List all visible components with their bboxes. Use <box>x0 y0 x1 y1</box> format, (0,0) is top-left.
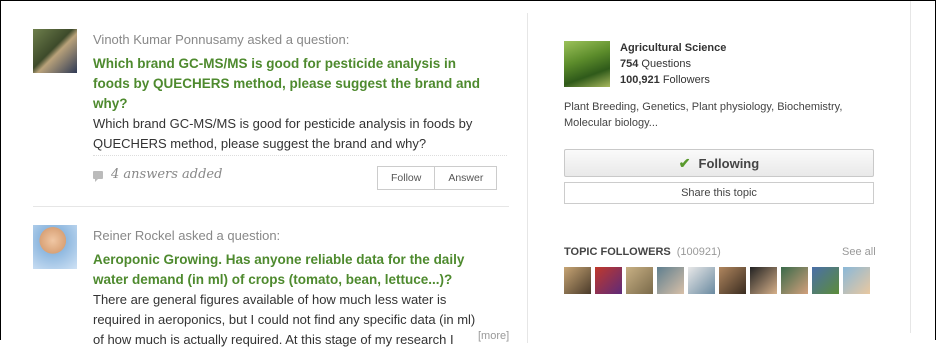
avatar[interactable] <box>33 225 77 269</box>
follower-avatar[interactable] <box>812 267 839 294</box>
answers-count-label: 4 answers added <box>111 167 223 182</box>
avatar[interactable] <box>33 29 77 73</box>
answer-button[interactable]: Answer <box>434 167 496 189</box>
dotted-divider <box>93 155 507 156</box>
topic-questions: 754 Questions <box>620 58 691 70</box>
follower-avatar[interactable] <box>564 267 591 294</box>
topic-sidebar: Agricultural Science 754 Questions 100,9… <box>564 1 910 333</box>
question-divider <box>33 206 509 207</box>
question-body: Which brand GC-MS/MS is good for pestici… <box>93 116 473 151</box>
topic-followers: 100,921 Followers <box>620 74 710 86</box>
topic-followers-count: 100,921 <box>620 74 660 86</box>
right-divider <box>910 1 911 333</box>
question-title[interactable]: Which brand GC-MS/MS is good for pestici… <box>93 54 493 114</box>
share-topic-button[interactable]: Share this topic <box>564 182 874 204</box>
asker-line: Vinoth Kumar Ponnusamy asked a question: <box>93 32 350 47</box>
question-title[interactable]: Aeroponic Growing. Has anyone reliable d… <box>93 250 493 290</box>
follower-avatar[interactable] <box>750 267 777 294</box>
topic-questions-label: Questions <box>641 58 691 70</box>
question-feed: Vinoth Kumar Ponnusamy asked a question:… <box>13 13 528 347</box>
topic-followers-heading: TOPIC FOLLOWERS (100921) <box>564 246 721 258</box>
follower-avatar[interactable] <box>688 267 715 294</box>
topic-followers-total: (100921) <box>676 246 721 258</box>
follower-avatar[interactable] <box>843 267 870 294</box>
question-body: There are general figures available of h… <box>93 292 476 347</box>
see-all-link[interactable]: See all <box>842 246 876 258</box>
follower-avatar[interactable] <box>719 267 746 294</box>
checkmark-icon: ✔ <box>678 154 691 171</box>
follower-avatar[interactable] <box>781 267 808 294</box>
topic-name[interactable]: Agricultural Science <box>620 42 726 54</box>
follower-avatars <box>564 267 870 294</box>
follow-button[interactable]: Follow <box>378 167 434 189</box>
follower-avatar[interactable] <box>657 267 684 294</box>
follower-avatar[interactable] <box>626 267 653 294</box>
following-label: Following <box>698 155 760 171</box>
topic-followers-label: Followers <box>662 74 710 86</box>
topic-followers-title: TOPIC FOLLOWERS <box>564 246 671 258</box>
topic-questions-count: 754 <box>620 58 639 70</box>
answers-count[interactable]: 4 answers added <box>93 167 222 182</box>
page-frame: Vinoth Kumar Ponnusamy asked a question:… <box>0 0 936 347</box>
follower-avatar[interactable] <box>595 267 622 294</box>
following-button[interactable]: ✔ Following <box>564 149 874 177</box>
topic-description: Plant Breeding, Genetics, Plant physiolo… <box>564 101 843 129</box>
asker-line: Reiner Rockel asked a question: <box>93 228 281 243</box>
comment-bubble-icon <box>93 170 103 182</box>
topic-image[interactable] <box>564 41 610 87</box>
question-actions: Follow Answer <box>377 166 498 190</box>
